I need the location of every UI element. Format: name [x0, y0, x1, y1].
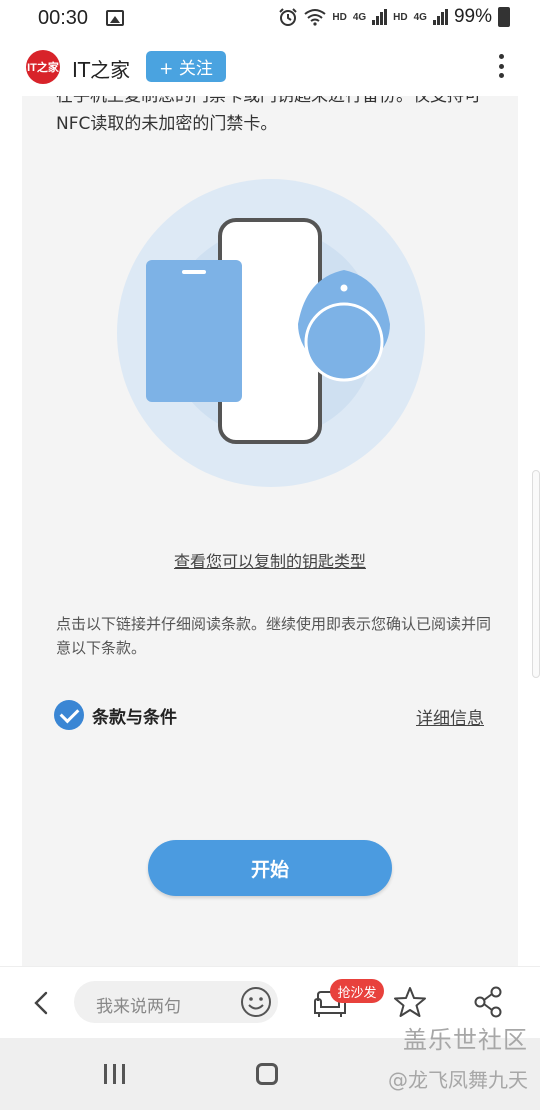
share-icon[interactable]	[472, 985, 504, 1019]
scrollbar[interactable]	[532, 470, 540, 678]
more-options-icon[interactable]	[498, 54, 504, 78]
details-link[interactable]: 详细信息	[416, 704, 484, 729]
terms-checkbox[interactable]	[54, 700, 84, 730]
comment-input[interactable]: 我来说两句	[74, 981, 278, 1023]
watermark-author: @龙飞凤舞九天	[388, 1068, 528, 1092]
back-icon[interactable]	[34, 991, 48, 1015]
star-icon[interactable]	[393, 985, 427, 1019]
sofa-badge[interactable]: 抢沙发	[330, 979, 384, 1003]
terms-row: 条款与条件 详细信息	[54, 700, 486, 732]
status-time: 00:30	[38, 7, 89, 29]
hd-indicator-1: HD	[332, 11, 347, 23]
key-types-link[interactable]: 查看您可以复制的钥匙类型	[22, 548, 518, 572]
network-type-1: 4G	[352, 11, 367, 23]
screen: 00:30 HD 4G HD 4G 99% IT之家 IT之家 + 关注 在手机…	[0, 0, 540, 1110]
battery-icon	[498, 7, 510, 27]
article-screenshot: 在手机上复制您的门禁卡或门钥匙来进行备份。仅支持可NFC读取的未加密的门禁卡。 …	[22, 96, 518, 966]
image-notification-icon	[106, 10, 124, 26]
app-bar: IT之家 IT之家 + 关注	[0, 40, 540, 96]
watermark-title: 盖乐世社区	[403, 1026, 528, 1054]
comment-placeholder: 我来说两句	[96, 997, 181, 1017]
home-icon[interactable]	[256, 1063, 278, 1085]
app-title[interactable]: IT之家	[72, 54, 130, 83]
system-nav-bar: 盖乐世社区 @龙飞凤舞九天	[0, 1026, 540, 1110]
alarm-icon	[279, 8, 298, 26]
battery-percent: 99%	[453, 6, 492, 27]
wifi-icon	[304, 9, 326, 26]
terms-note: 点击以下链接并仔细阅读条款。继续使用即表示您确认已阅读并同意以下条款。	[56, 615, 492, 657]
smile-icon[interactable]	[240, 986, 272, 1018]
signal-icon-2	[432, 9, 448, 25]
follow-button[interactable]: + 关注	[146, 51, 226, 82]
status-bar: 00:30 HD 4G HD 4G 99%	[0, 0, 540, 40]
terms-label[interactable]: 条款与条件	[92, 703, 177, 728]
signal-icon-1	[372, 9, 388, 25]
start-button[interactable]: 开始	[148, 840, 392, 896]
recent-apps-icon[interactable]	[104, 1064, 125, 1084]
nfc-card-illustration	[117, 179, 425, 487]
status-indicators: HD 4G HD 4G 99%	[278, 6, 510, 28]
intro-text: 在手机上复制您的门禁卡或门钥匙来进行备份。仅支持可NFC读取的未加密的门禁卡。	[56, 96, 481, 134]
hd-indicator-2: HD	[393, 11, 408, 23]
network-type-2: 4G	[413, 11, 427, 23]
ithome-logo[interactable]: IT之家	[26, 50, 60, 84]
